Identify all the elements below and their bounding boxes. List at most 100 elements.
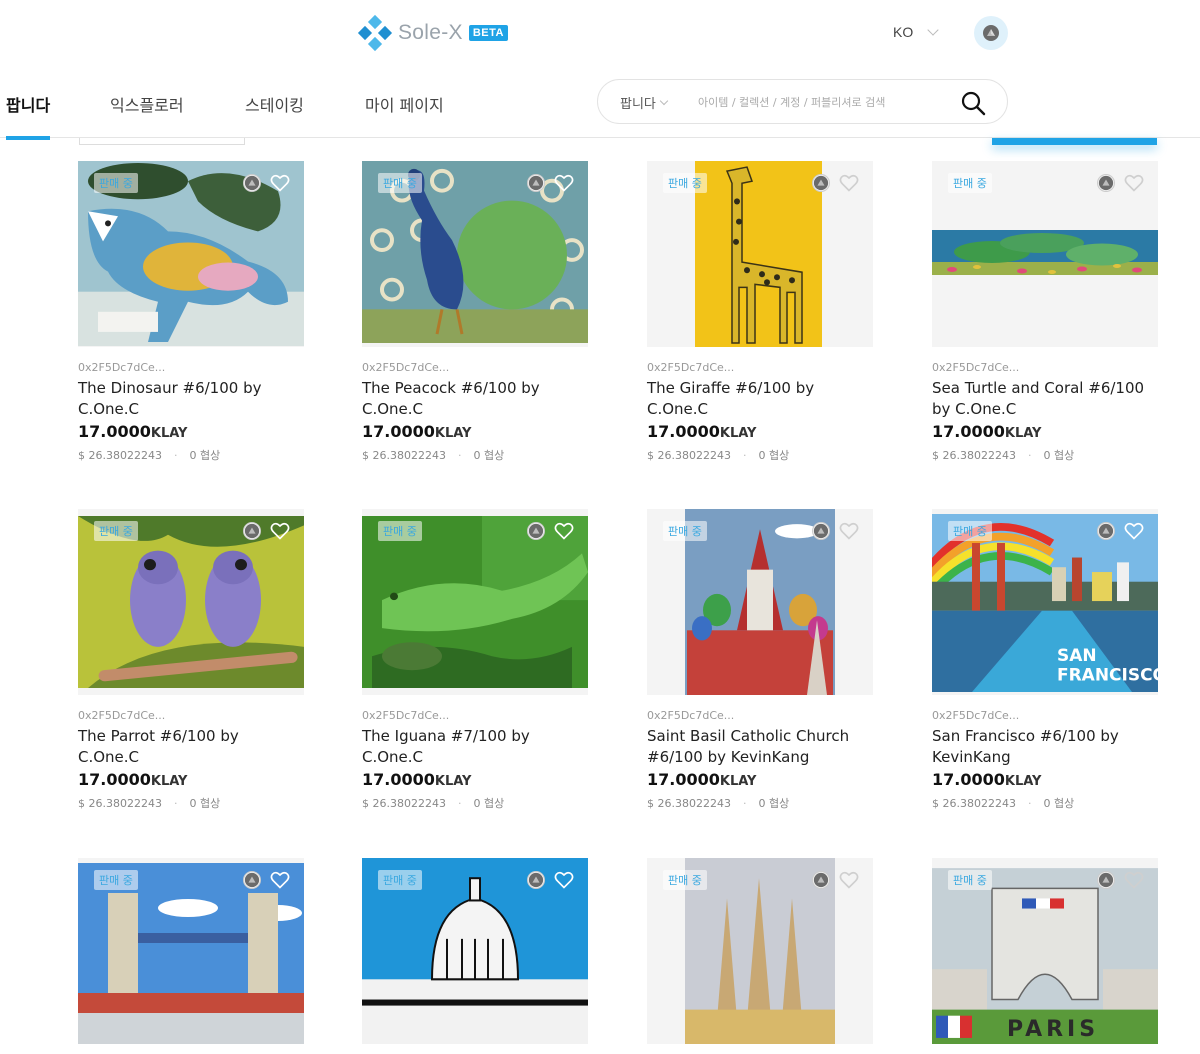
nft-card[interactable]: 판매 중 0x2F5Dc7dCe... The Giraffe #6/100 b… (647, 161, 873, 463)
nft-thumbnail[interactable]: 판매 중 (647, 161, 873, 347)
price-sub-row: $ 26.38022243 · 0 협상 (647, 447, 873, 463)
nft-meta: 0x2F5Dc7dCe... The Iguana #7/100 by C.On… (362, 695, 588, 811)
nft-thumbnail[interactable]: 판매 중 (647, 858, 873, 1044)
nft-card[interactable]: 판매 중 (78, 858, 304, 1044)
owner-address[interactable]: 0x2F5Dc7dCe... (647, 709, 873, 722)
offer-count: 0 협상 (189, 449, 221, 462)
nft-thumbnail[interactable]: 판매 중 (78, 509, 304, 695)
heart-icon[interactable] (554, 521, 574, 541)
price-unit: KLAY (434, 774, 472, 789)
action-button[interactable] (992, 138, 1157, 145)
owner-address[interactable]: 0x2F5Dc7dCe... (647, 361, 873, 374)
nft-title[interactable]: The Peacock #6/100 by C.One.C (362, 378, 588, 420)
filter-dropdown[interactable] (79, 138, 245, 145)
price-sub-row: $ 26.38022243 · 0 협상 (647, 795, 873, 811)
owner-address[interactable]: 0x2F5Dc7dCe... (78, 361, 304, 374)
klay-token-icon (1097, 174, 1115, 192)
heart-icon[interactable] (1124, 521, 1144, 541)
nft-thumbnail[interactable]: SAN FRANCISCO 판매 중 (932, 509, 1158, 695)
chevron-down-icon (927, 24, 939, 36)
heart-icon[interactable] (270, 521, 290, 541)
on-sale-badge: 판매 중 (378, 521, 422, 541)
nft-card[interactable]: 판매 중 (362, 858, 588, 1044)
price-unit: KLAY (719, 426, 757, 441)
on-sale-badge: 판매 중 (94, 521, 138, 541)
chevron-down-icon (659, 96, 669, 106)
nft-card[interactable]: 판매 중 (647, 858, 873, 1044)
avatar[interactable] (974, 16, 1008, 50)
price-sub-row: $ 26.38022243 · 0 협상 (78, 447, 304, 463)
nft-thumbnail[interactable]: PARIS 판매 중 (932, 858, 1158, 1044)
price-value: 17.0000 (647, 770, 720, 789)
svg-text:PARIS: PARIS (1007, 1016, 1099, 1042)
separator: · (1027, 796, 1032, 810)
heart-icon[interactable] (554, 870, 574, 890)
search-icon[interactable] (960, 90, 986, 116)
nft-card[interactable]: SAN FRANCISCO 판매 중 0x2F5Dc7dCe... San Fr… (932, 509, 1158, 811)
price-row: 17.0000KLAY (362, 422, 588, 441)
nft-thumbnail[interactable]: 판매 중 (362, 509, 588, 695)
klay-token-icon (243, 174, 261, 192)
search-input[interactable] (698, 92, 938, 112)
search-bar: 팝니다 (597, 79, 1008, 124)
heart-icon[interactable] (839, 521, 859, 541)
nft-title[interactable]: Saint Basil Catholic Church #6/100 by Ke… (647, 726, 873, 768)
nft-title[interactable]: San Francisco #6/100 by KevinKang (932, 726, 1158, 768)
price-value: 17.0000 (932, 770, 1005, 789)
nft-thumbnail[interactable]: 판매 중 (78, 858, 304, 1044)
offer-count: 0 협상 (758, 797, 790, 810)
nft-title[interactable]: Sea Turtle and Coral #6/100 by C.One.C (932, 378, 1158, 420)
logo[interactable]: Sole-X BETA (357, 14, 508, 52)
heart-icon[interactable] (270, 173, 290, 193)
on-sale-badge: 판매 중 (94, 870, 138, 890)
offer-count: 0 협상 (189, 797, 221, 810)
owner-address[interactable]: 0x2F5Dc7dCe... (362, 361, 588, 374)
nft-thumbnail[interactable]: 판매 중 (647, 509, 873, 695)
nft-card[interactable]: 판매 중 0x2F5Dc7dCe... Sea Turtle and Coral… (932, 161, 1158, 463)
on-sale-badge: 판매 중 (663, 870, 707, 890)
heart-icon[interactable] (839, 173, 859, 193)
tab-my-page[interactable]: 마이 페이지 (365, 92, 444, 116)
owner-address[interactable]: 0x2F5Dc7dCe... (362, 709, 588, 722)
logo-mark-icon (357, 14, 393, 52)
heart-icon[interactable] (270, 870, 290, 890)
svg-text:FRANCISCO: FRANCISCO (1057, 665, 1158, 685)
nft-card[interactable]: 판매 중 0x2F5Dc7dCe... The Dinosaur #6/100 … (78, 161, 304, 463)
price-row: 17.0000KLAY (647, 422, 873, 441)
heart-icon[interactable] (554, 173, 574, 193)
nft-card[interactable]: 판매 중 0x2F5Dc7dCe... The Parrot #6/100 by… (78, 509, 304, 811)
klay-token-icon (243, 871, 261, 889)
nft-thumbnail[interactable]: 판매 중 (78, 161, 304, 347)
nft-title[interactable]: The Giraffe #6/100 by C.One.C (647, 378, 873, 420)
owner-address[interactable]: 0x2F5Dc7dCe... (932, 709, 1158, 722)
usd-price: $ 26.38022243 (78, 796, 162, 810)
nft-card[interactable]: PARIS 판매 중 (932, 858, 1158, 1044)
usd-price: $ 26.38022243 (362, 796, 446, 810)
language-select[interactable]: KO (893, 24, 939, 40)
usd-price: $ 26.38022243 (78, 448, 162, 462)
nft-card[interactable]: 판매 중 0x2F5Dc7dCe... The Iguana #7/100 by… (362, 509, 588, 811)
owner-address[interactable]: 0x2F5Dc7dCe... (932, 361, 1158, 374)
separator: · (1027, 448, 1032, 462)
nft-thumbnail[interactable]: 판매 중 (932, 161, 1158, 347)
svg-text:SAN: SAN (1057, 645, 1097, 665)
nft-card[interactable]: 판매 중 0x2F5Dc7dCe... The Peacock #6/100 b… (362, 161, 588, 463)
on-sale-badge: 판매 중 (663, 521, 707, 541)
nft-thumbnail[interactable]: 판매 중 (362, 858, 588, 1044)
nft-title[interactable]: The Iguana #7/100 by C.One.C (362, 726, 588, 768)
heart-icon[interactable] (1124, 870, 1144, 890)
owner-address[interactable]: 0x2F5Dc7dCe... (78, 709, 304, 722)
heart-icon[interactable] (1124, 173, 1144, 193)
search-scope-select[interactable]: 팝니다 (620, 93, 669, 112)
nft-thumbnail[interactable]: 판매 중 (362, 161, 588, 347)
nft-title[interactable]: The Dinosaur #6/100 by C.One.C (78, 378, 304, 420)
tab-staking[interactable]: 스테이킹 (245, 92, 304, 116)
tab-sell[interactable]: 팝니다 (6, 92, 50, 116)
heart-icon[interactable] (839, 870, 859, 890)
nft-title[interactable]: The Parrot #6/100 by C.One.C (78, 726, 304, 768)
nft-card[interactable]: 판매 중 0x2F5Dc7dCe... Saint Basil Catholic… (647, 509, 873, 811)
on-sale-badge: 판매 중 (94, 173, 138, 193)
logo-text: Sole-X (398, 21, 463, 44)
klay-token-icon (527, 174, 545, 192)
tab-explorer[interactable]: 익스플로러 (110, 92, 184, 116)
